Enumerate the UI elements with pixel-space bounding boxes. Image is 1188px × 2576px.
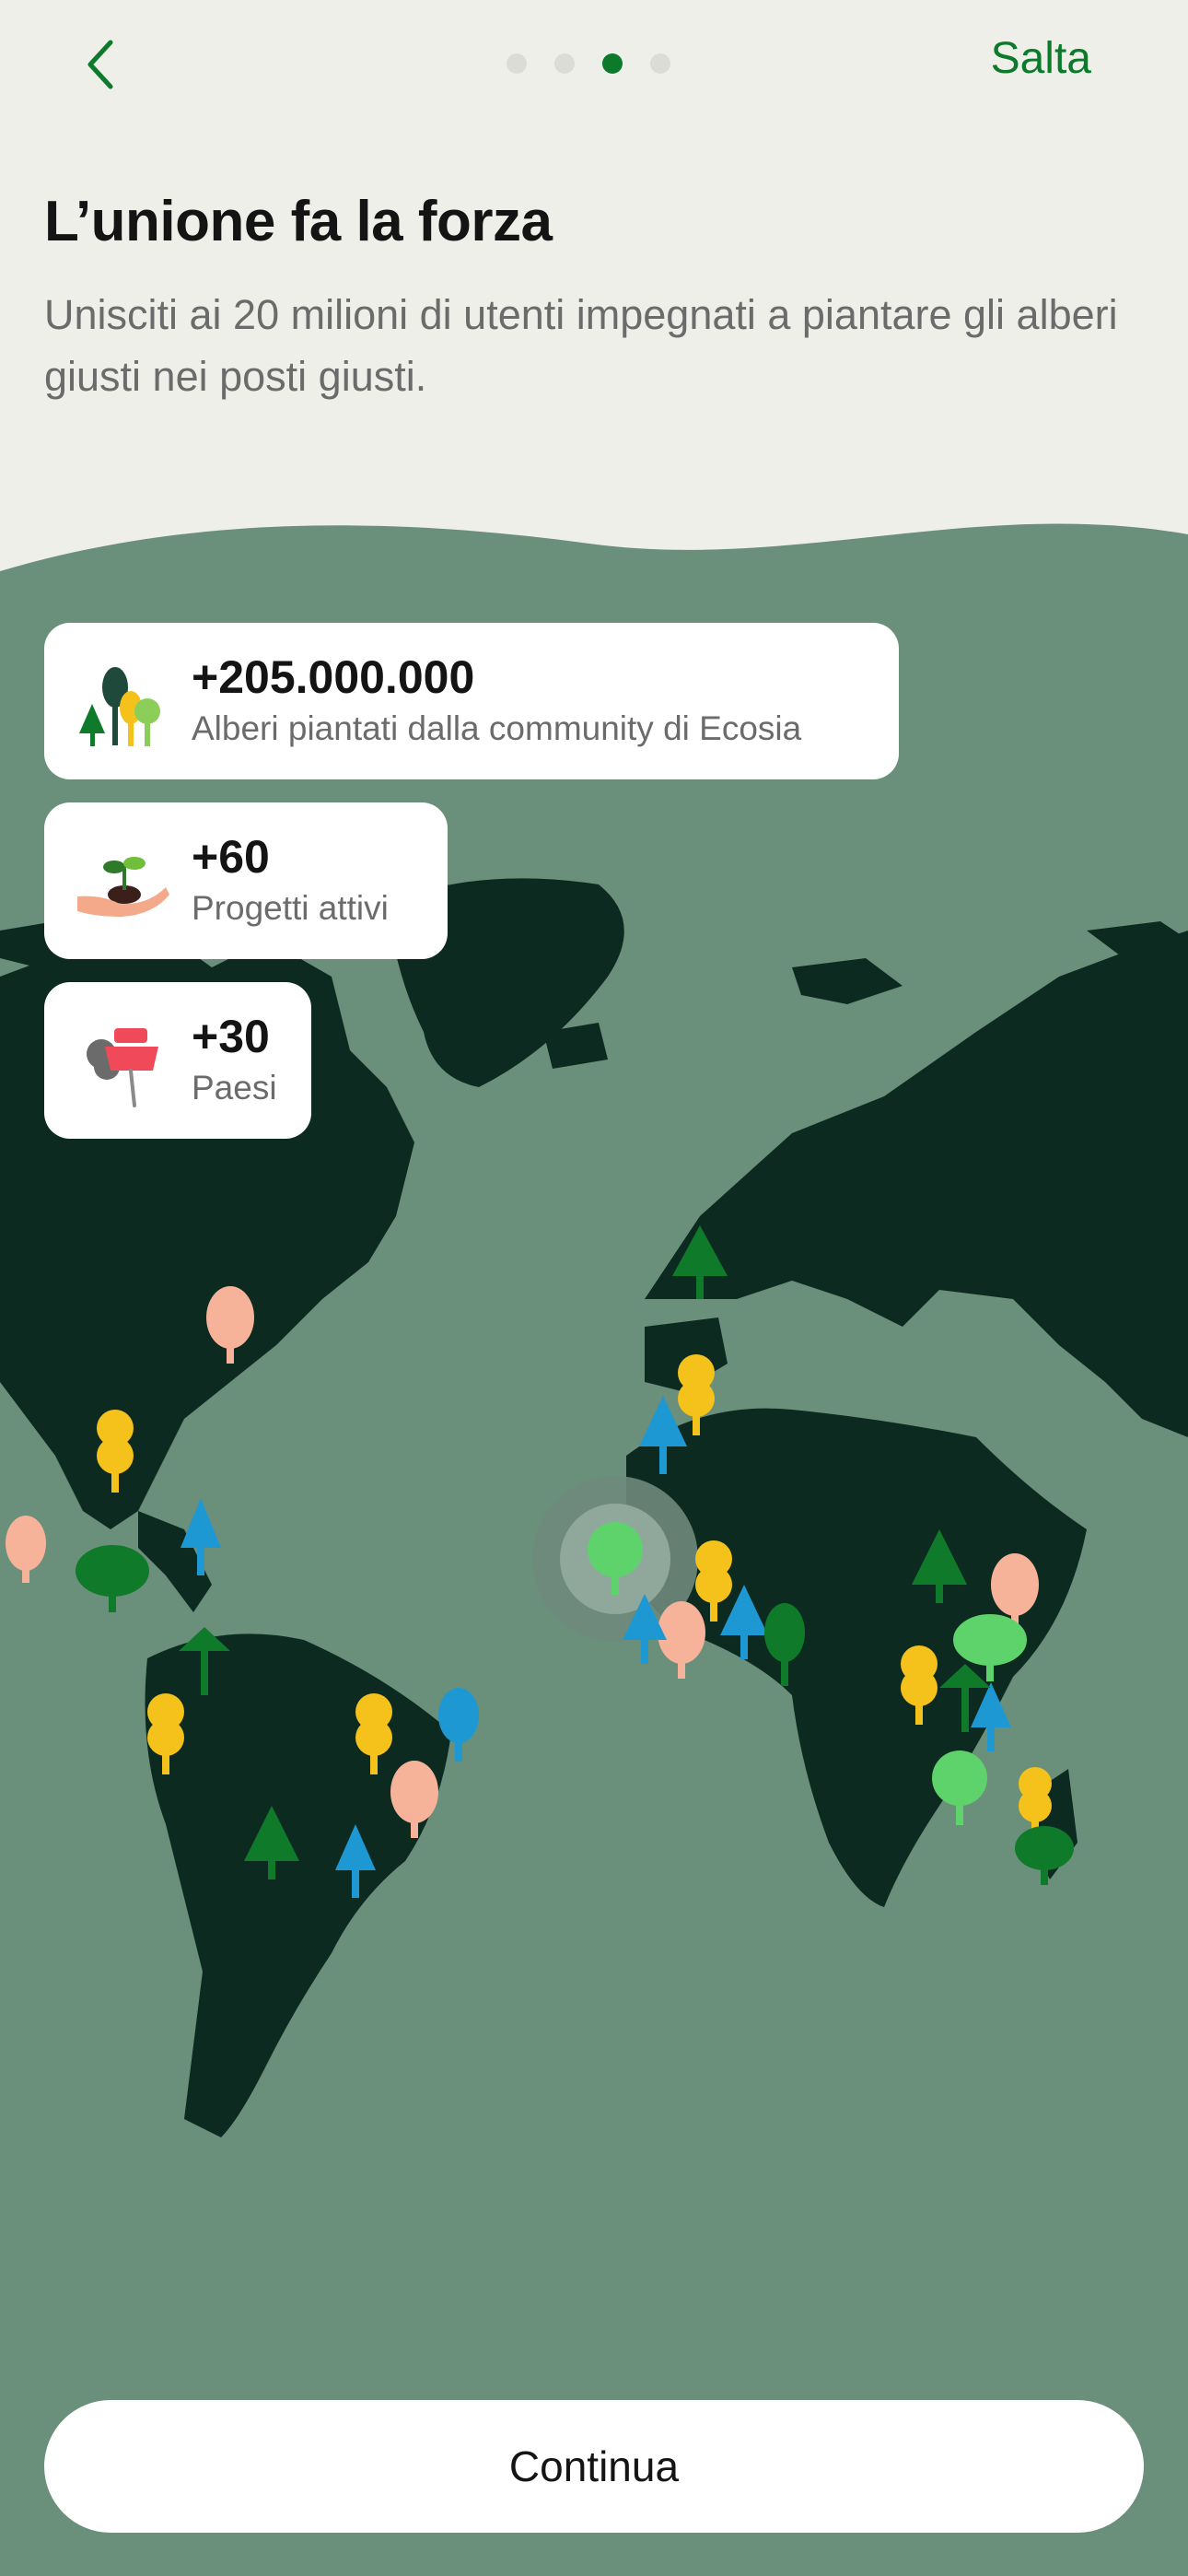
stat-label: Alberi piantati dalla community di Ecosi… bbox=[192, 709, 802, 747]
stat-label: Paesi bbox=[192, 1069, 277, 1107]
page-title: L’unione fa la forza bbox=[44, 190, 553, 253]
stat-value: +30 bbox=[192, 1011, 270, 1062]
skip-button[interactable]: Salta bbox=[991, 33, 1091, 84]
page-dot bbox=[650, 53, 670, 74]
page-dot-active bbox=[602, 53, 623, 74]
stat-value: +205.000.000 bbox=[192, 651, 475, 703]
page-indicator bbox=[507, 53, 670, 74]
stat-card-trees: +205.000.000 Alberi piantati dalla commu… bbox=[44, 623, 899, 779]
continue-button[interactable]: Continua bbox=[44, 2400, 1144, 2533]
trees-icon bbox=[79, 667, 160, 746]
stat-value: +60 bbox=[192, 831, 270, 883]
seedling-hand-icon bbox=[77, 857, 169, 917]
page-subtitle: Unisciti ai 20 milioni di utenti impegna… bbox=[44, 291, 1118, 400]
stat-card-projects: +60 Progetti attivi bbox=[44, 802, 448, 959]
wave-divider bbox=[0, 523, 1188, 645]
pushpin-icon bbox=[87, 1028, 158, 1107]
stat-label: Progetti attivi bbox=[192, 889, 389, 927]
chevron-left-icon bbox=[87, 40, 113, 89]
nav-bar: Salta bbox=[0, 0, 1188, 129]
stat-card-countries: +30 Paesi bbox=[44, 982, 311, 1139]
page-dot bbox=[554, 53, 575, 74]
back-button[interactable] bbox=[64, 28, 138, 101]
page-dot bbox=[507, 53, 527, 74]
